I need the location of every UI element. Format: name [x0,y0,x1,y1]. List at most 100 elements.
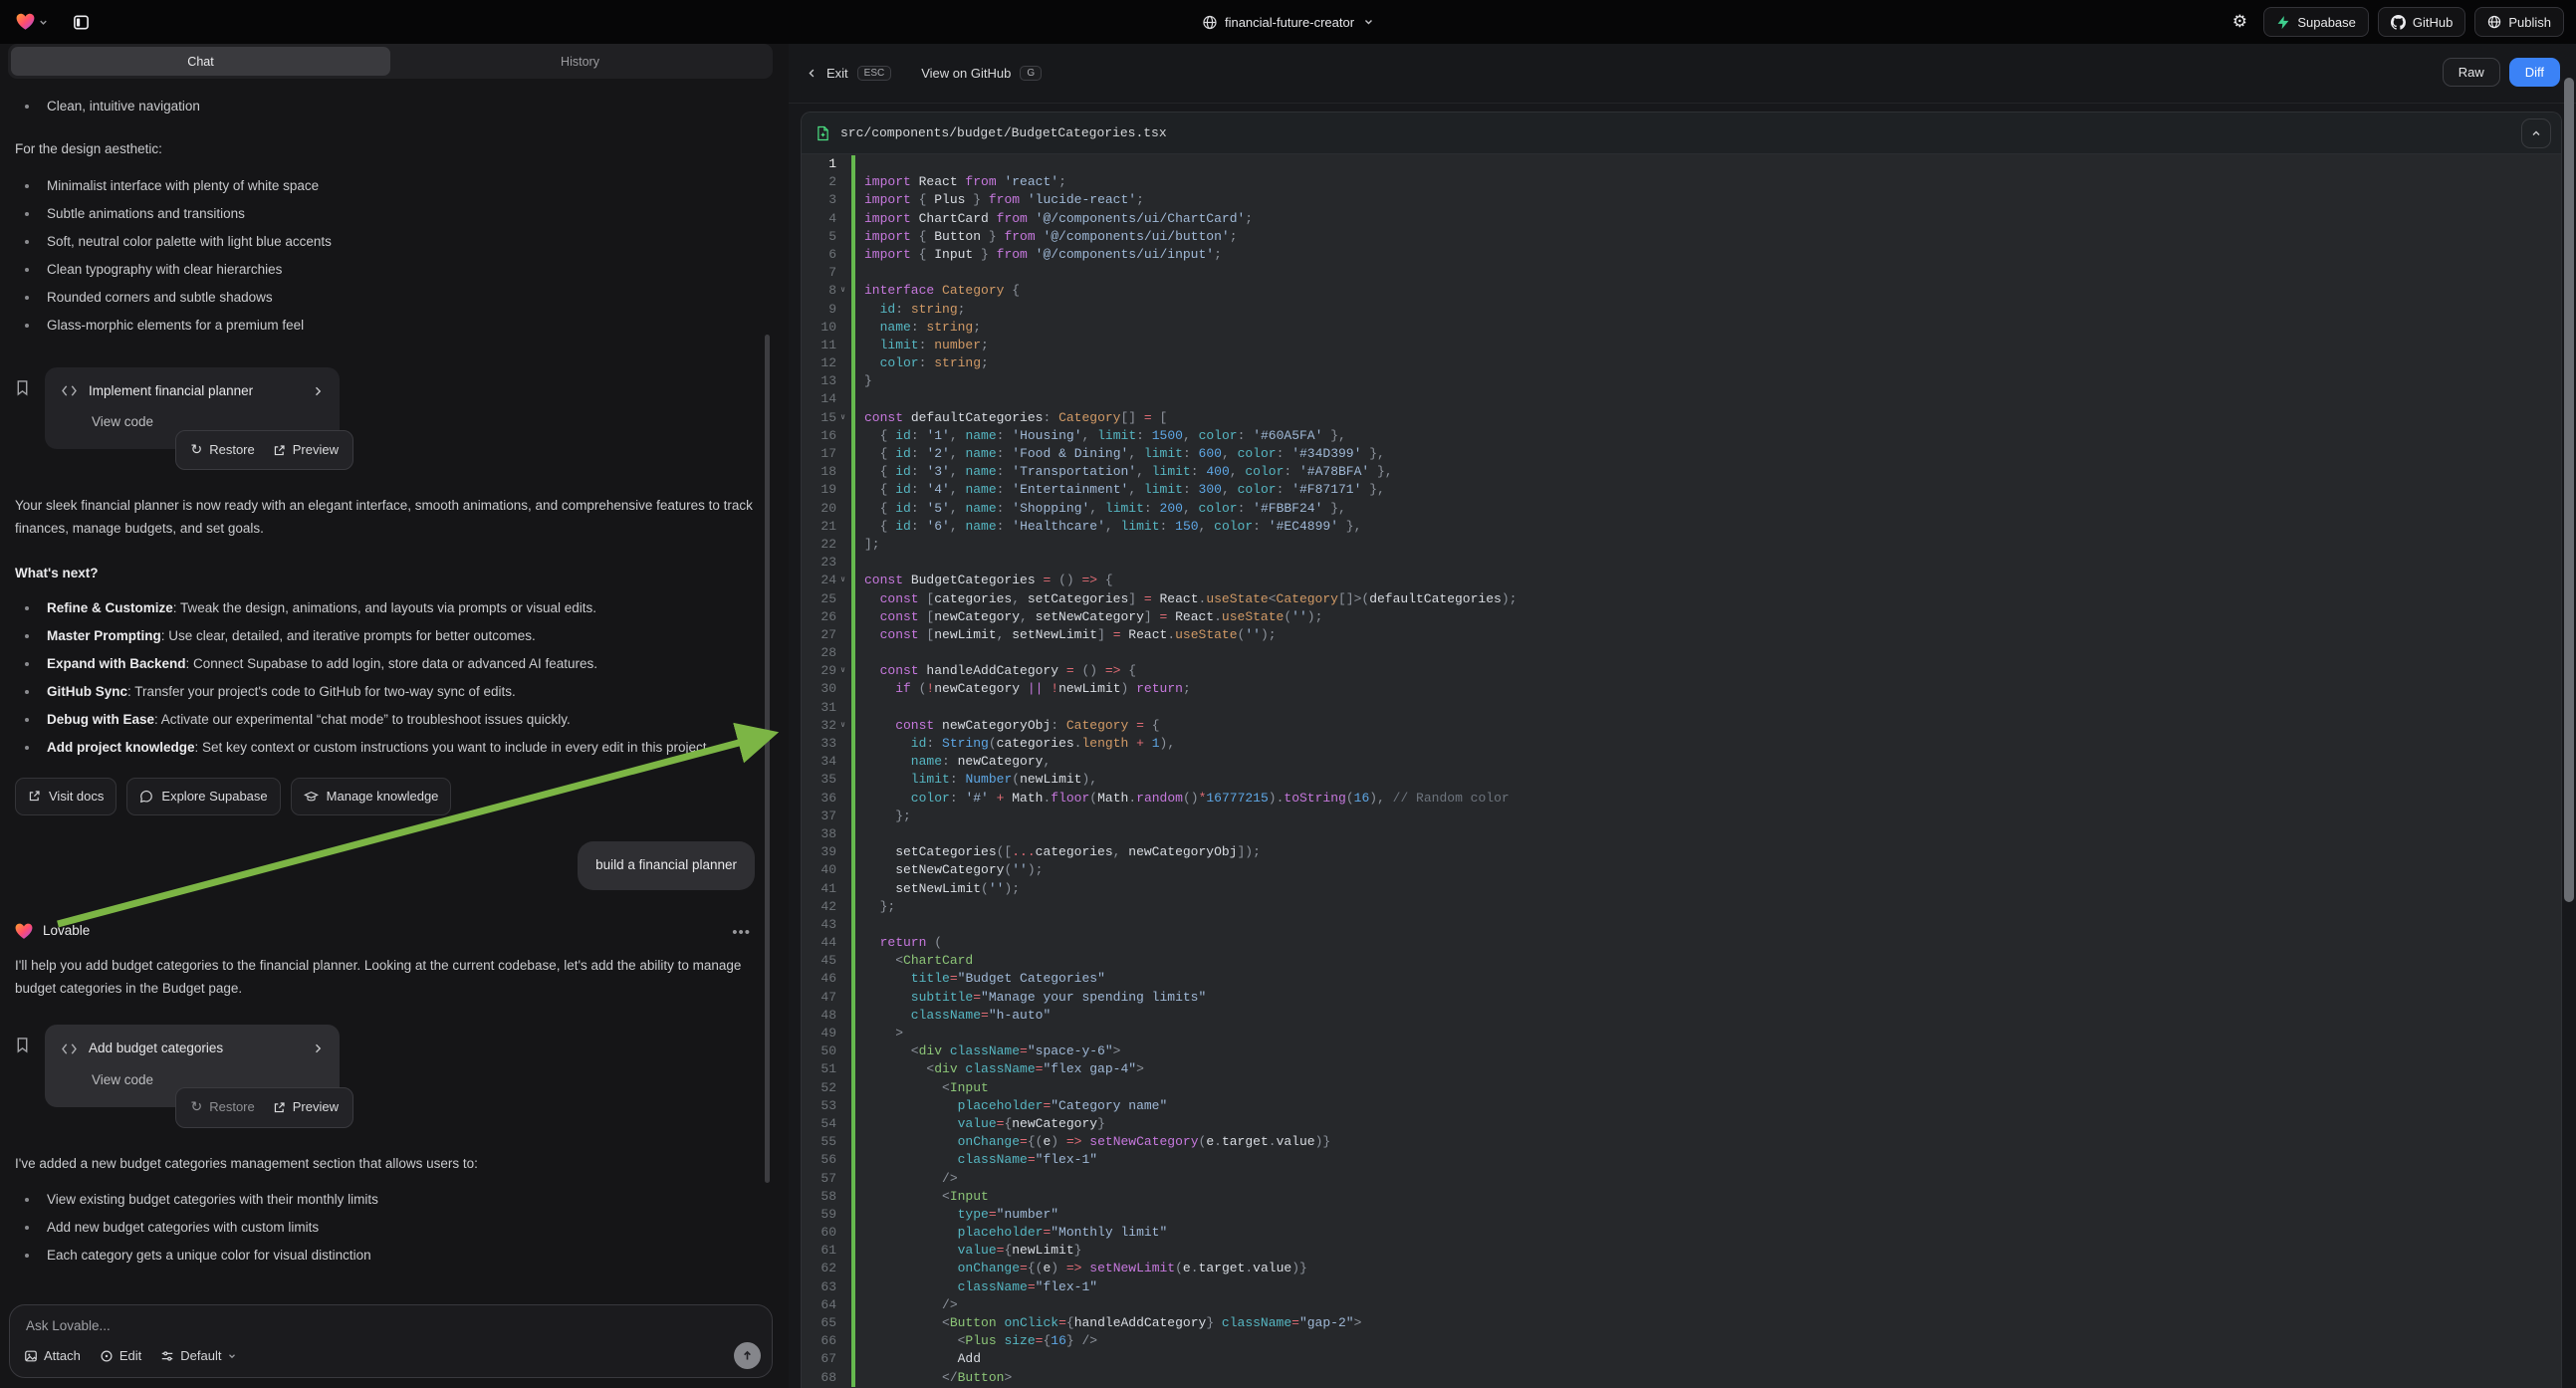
preview-button[interactable]: Preview [273,1096,339,1118]
line-number: 30 [820,680,836,698]
code-line: 20 { id: '5', name: 'Shopping', limit: 2… [802,500,2561,518]
lovable-logo-menu[interactable] [12,9,53,35]
line-number: 25 [820,590,836,608]
bullet-item: Minimalist interface with plenty of whit… [15,175,755,198]
code-line: 35 limit: Number(newLimit), [802,771,2561,789]
code-line: 64 /> [802,1296,2561,1314]
tab-chat[interactable]: Chat [11,47,390,76]
more-options-icon[interactable]: ••• [732,920,751,946]
bullet-item: View existing budget categories with the… [15,1189,755,1212]
code-line: 7 [802,264,2561,282]
fold-chevron-icon[interactable]: ∨ [836,662,849,680]
line-number: 62 [820,1260,836,1277]
user-message-bubble: build a financial planner [578,841,755,890]
model-selector[interactable]: Default [160,1348,237,1363]
code-line: 34 name: newCategory, [802,753,2561,771]
collapse-file-button[interactable] [2521,118,2551,148]
github-button[interactable]: GitHub [2378,7,2465,37]
code-icon [61,384,78,397]
window-scrollbar[interactable] [2564,78,2574,902]
line-number: 51 [820,1060,836,1078]
view-on-github-button[interactable]: View on GitHub G [921,66,1042,81]
chat-history-tabs: Chat History [8,44,773,79]
line-number: 46 [820,970,836,988]
lovable-heart-icon [16,13,35,31]
chat-input-placeholder: Ask Lovable... [26,1318,756,1333]
code-line: 37 }; [802,808,2561,825]
code-line: 49 > [802,1025,2561,1042]
line-number: 32 [820,717,836,735]
bookmark-icon[interactable] [15,1037,30,1053]
line-number: 7 [828,264,836,282]
line-number: 11 [820,337,836,354]
restore-icon: ↻ [190,443,202,457]
added-paragraph: I've added a new budget categories manag… [15,1153,755,1176]
settings-gear-icon[interactable]: ⚙ [2225,7,2254,37]
file-header[interactable]: src/components/budget/BudgetCategories.t… [802,113,2561,154]
globe-icon [1202,15,1217,30]
supabase-button[interactable]: Supabase [2263,7,2369,37]
manage-knowledge-button[interactable]: Manage knowledge [291,778,452,815]
tab-history[interactable]: History [390,47,770,76]
version-card-implement-financial-planner[interactable]: Implement financial planner View code ↻ … [45,367,340,450]
chat-scrollbar[interactable] [765,335,770,1183]
version-card-add-budget-categories[interactable]: Add budget categories View code ↻ Restor… [45,1025,340,1107]
fold-chevron-icon[interactable]: ∨ [836,572,849,589]
code-line: 63 className="flex-1" [802,1278,2561,1296]
bullet-item: Add new budget categories with custom li… [15,1217,755,1240]
line-number: 60 [820,1224,836,1242]
line-number: 9 [828,301,836,319]
line-number: 40 [820,861,836,879]
diff-toggle-button[interactable]: Diff [2509,58,2560,87]
line-number: 49 [820,1025,836,1042]
line-number: 63 [820,1278,836,1296]
line-number: 67 [820,1350,836,1368]
line-number: 45 [820,952,836,970]
toggle-sidebar-icon[interactable] [67,8,95,36]
fold-chevron-icon[interactable]: ∨ [836,282,849,300]
exit-button[interactable]: Exit ESC [807,66,891,81]
restore-button[interactable]: ↻ Restore [190,439,254,461]
fold-chevron-icon[interactable]: ∨ [836,409,849,427]
chevron-right-icon [312,1042,324,1054]
version-card-row: Add budget categories View code ↻ Restor… [15,1025,755,1107]
publish-button[interactable]: Publish [2474,7,2564,37]
code-line: 3import { Plus } from 'lucide-react'; [802,191,2561,209]
chat-bubble-icon [139,790,153,804]
attach-button[interactable]: Attach [24,1348,81,1363]
fold-chevron-icon[interactable]: ∨ [836,717,849,735]
target-icon [100,1349,114,1363]
line-number: 31 [820,699,836,717]
bullet-item: Glass-morphic elements for a premium fee… [15,315,755,338]
line-number: 33 [820,735,836,753]
code-line: 43 [802,916,2561,934]
code-editor-diff-view[interactable]: 12import React from 'react';3import { Pl… [802,154,2561,1388]
project-switcher[interactable]: financial-future-creator [1202,15,1374,30]
publish-globe-icon [2487,15,2501,29]
edit-button[interactable]: Edit [100,1348,141,1363]
graduation-cap-icon [304,790,319,804]
restore-button[interactable]: ↻ Restore [190,1096,254,1118]
preview-button[interactable]: Preview [273,439,339,461]
visit-docs-button[interactable]: Visit docs [15,778,117,815]
line-number: 64 [820,1296,836,1314]
chat-input-box[interactable]: Ask Lovable... Attach Edit Default [9,1304,773,1378]
code-line: 6import { Input } from '@/components/ui/… [802,246,2561,264]
code-line: 47 subtitle="Manage your spending limits… [802,989,2561,1007]
external-link-icon [273,1101,286,1114]
design-heading: For the design aesthetic: [15,138,755,161]
code-line: 25 const [categories, setCategories] = R… [802,590,2561,608]
file-added-icon [817,125,829,141]
code-line: 4import ChartCard from '@/components/ui/… [802,210,2561,228]
code-line: 33 id: String(categories.length + 1), [802,735,2561,753]
esc-key-badge: ESC [857,66,892,81]
assistant-message-header: Lovable ••• [15,920,755,943]
chat-messages[interactable]: Clean, intuitive navigation For the desi… [15,90,755,1304]
code-line: 38 [802,825,2561,843]
send-button[interactable] [734,1342,761,1369]
bookmark-icon[interactable] [15,379,30,396]
restore-preview-pill: ↻ Restore Preview [175,430,353,470]
explore-supabase-button[interactable]: Explore Supabase [126,778,280,815]
version-card-title: Add budget categories [89,1038,223,1060]
raw-toggle-button[interactable]: Raw [2443,58,2500,87]
